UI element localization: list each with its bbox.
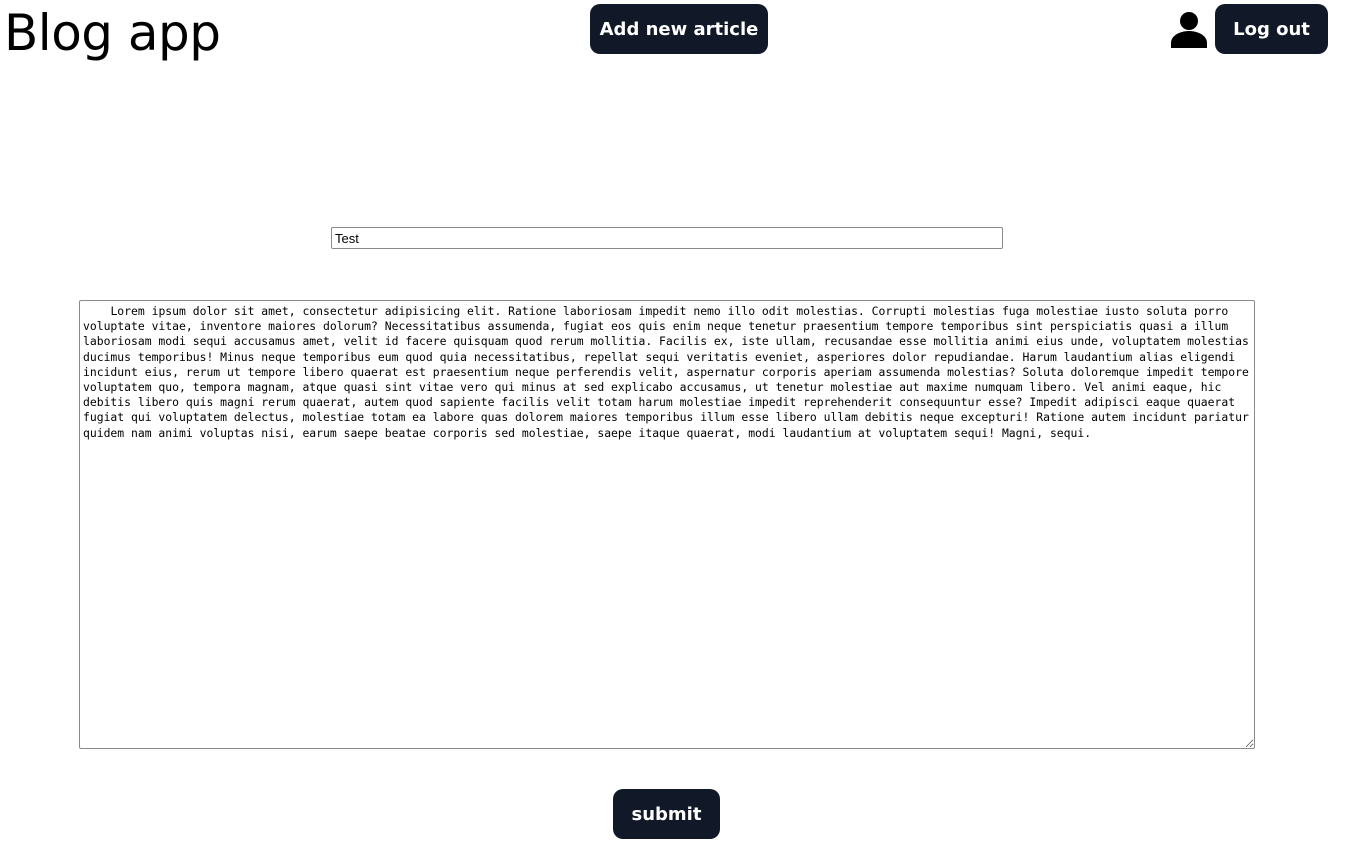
article-body-textarea[interactable]: Lorem ipsum dolor sit amet, consectetur …	[79, 300, 1255, 749]
app-title: Blog app	[4, 4, 221, 62]
article-title-input[interactable]	[331, 227, 1003, 249]
logout-button[interactable]: Log out	[1215, 4, 1328, 54]
submit-button[interactable]: submit	[613, 789, 720, 839]
add-new-article-button[interactable]: Add new article	[590, 4, 768, 54]
user-icon[interactable]	[1170, 10, 1208, 48]
